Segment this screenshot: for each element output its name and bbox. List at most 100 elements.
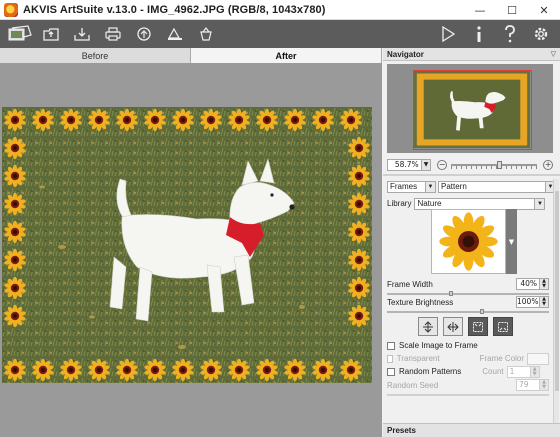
share-icon [136,27,151,41]
library-label: Library [387,199,412,208]
window-controls: — ☐ ✕ [464,0,560,20]
print-button[interactable] [97,22,128,46]
frame-color-swatch[interactable] [527,352,549,365]
info-button[interactable] [463,22,494,46]
frame-width-label: Frame Width [387,279,433,289]
zoom-slider-thumb[interactable] [496,160,502,169]
library-select[interactable]: Nature ▼ [414,197,546,210]
save-button[interactable] [66,22,97,46]
stretch-vertical-icon [423,320,433,333]
zoom-dropdown-icon[interactable]: ▼ [421,158,432,171]
zoom-level-input[interactable]: 58.7% [387,158,422,171]
presets-title: Presets [387,426,416,435]
texture-brightness-field[interactable]: 100% ▲ ▼ [516,296,549,308]
navigator-header[interactable]: Navigator ▽ [383,48,560,61]
texture-brightness-slider[interactable] [387,309,549,314]
share-button[interactable] [128,22,159,46]
collapse-icon[interactable]: ▽ [551,50,556,58]
random-seed-spinner[interactable]: ▲ ▼ [540,379,549,391]
random-seed-field[interactable]: 79 ▲ ▼ [516,379,549,391]
zoom-in-button[interactable]: + [543,159,553,170]
open-folder-icon [42,28,59,41]
texture-brightness-spinner[interactable]: ▲ ▼ [540,296,549,308]
frame-color-label: Frame Color [479,354,525,363]
stretch-horizontal-icon [447,321,459,332]
preferences-icon [534,27,547,41]
effect-type-select[interactable]: Pattern ▼ [438,180,556,193]
pattern-preview[interactable] [431,209,506,274]
preferences-button[interactable] [525,22,556,46]
frame-width-spinner[interactable]: ▲ ▼ [540,278,549,290]
texture-brightness-slider-thumb[interactable] [480,309,484,314]
print-icon [104,27,121,41]
transparent-row: Transparent Frame Color [387,352,549,365]
canvas[interactable] [0,63,382,437]
help-button[interactable] [494,22,525,46]
open-image-button[interactable] [4,22,35,46]
effect-category-select[interactable]: Frames ▼ [387,180,436,193]
tile-stretch-icon [498,321,508,332]
navigator-title: Navigator [387,49,424,59]
stretch-vertical-button[interactable] [418,317,438,336]
app-logo-icon [4,2,18,17]
random-patterns-checkbox[interactable] [387,367,395,376]
texture-brightness-row: Texture Brightness 100% ▲ ▼ [387,296,549,308]
window-title: AKVIS ArtSuite v.13.0 - IMG_4962.JPG (RG… [23,3,326,16]
image-canvas-area: Before After [0,48,382,437]
zoom-out-button[interactable]: − [437,159,447,170]
random-patterns-row: Random Patterns Count 1 ▲ ▼ [387,365,549,378]
open-folder-button[interactable] [35,22,66,46]
batch-icon [167,27,182,40]
texture-brightness-label: Texture Brightness [387,297,454,307]
count-spinner[interactable]: ▲ ▼ [530,365,540,378]
count-field[interactable]: 1 ▲ ▼ [506,365,540,378]
pattern-dropdown-button[interactable]: ▼ [506,209,517,274]
random-patterns-label: Random Patterns [399,367,462,376]
presets-header[interactable]: Presets [383,423,560,437]
scrollbar-thumb[interactable] [555,191,559,391]
title-bar: AKVIS ArtSuite v.13.0 - IMG_4962.JPG (RG… [0,0,560,20]
tile-button[interactable] [468,317,488,336]
close-button[interactable]: ✕ [528,0,560,20]
random-seed-row: Random Seed 79 ▲ ▼ [387,379,549,391]
navigator-thumbnail [414,71,530,148]
transparent-label: Transparent [396,354,440,363]
sunflower-pattern-thumbnail [439,212,498,271]
settings-bucket-icon [199,27,212,41]
tab-after[interactable]: After [191,48,382,63]
zoom-controls: 58.7% ▼ − + [387,158,553,171]
maximize-button[interactable]: ☐ [496,0,528,20]
effect-selectors: Frames ▼ Pattern ▼ [387,180,556,193]
random-seed-input[interactable]: 79 [516,379,540,391]
scale-image-checkbox[interactable] [387,341,395,350]
run-button[interactable] [432,22,463,46]
scale-image-row[interactable]: Scale Image to Frame [387,340,478,351]
navigator-viewport[interactable] [413,70,532,150]
frame-width-row: Frame Width 40% ▲ ▼ [387,278,549,290]
tab-before[interactable]: Before [0,48,191,63]
navigator-preview[interactable] [387,64,553,153]
transparent-checkbox[interactable] [387,354,393,363]
batch-button[interactable] [159,22,190,46]
minimize-button[interactable]: — [464,0,496,20]
view-tabs: Before After [0,48,382,63]
framed-photo[interactable] [2,107,372,383]
effect-type-value: Pattern [441,182,467,191]
scale-image-label: Scale Image to Frame [399,341,478,350]
effect-category-value: Frames [390,182,418,191]
run-icon [441,26,455,42]
settings-panel: Navigator ▽ 58.7% ▼ − + Frames ▼ Pattern… [383,48,560,437]
texture-brightness-input[interactable]: 100% [516,296,540,308]
zoom-slider[interactable] [450,160,538,169]
frame-width-field[interactable]: 40% ▲ ▼ [516,278,549,290]
stretch-horizontal-button[interactable] [443,317,463,336]
random-seed-label: Random Seed [387,380,439,390]
frame-width-input[interactable]: 40% [516,278,540,290]
settings-scrollbar[interactable] [553,179,559,425]
random-seed-slider[interactable] [387,392,549,397]
bucket-button[interactable] [190,22,221,46]
count-input[interactable]: 1 [506,365,531,378]
tile-stretch-button[interactable] [493,317,513,336]
main-toolbar [0,20,560,48]
save-icon [73,28,90,41]
